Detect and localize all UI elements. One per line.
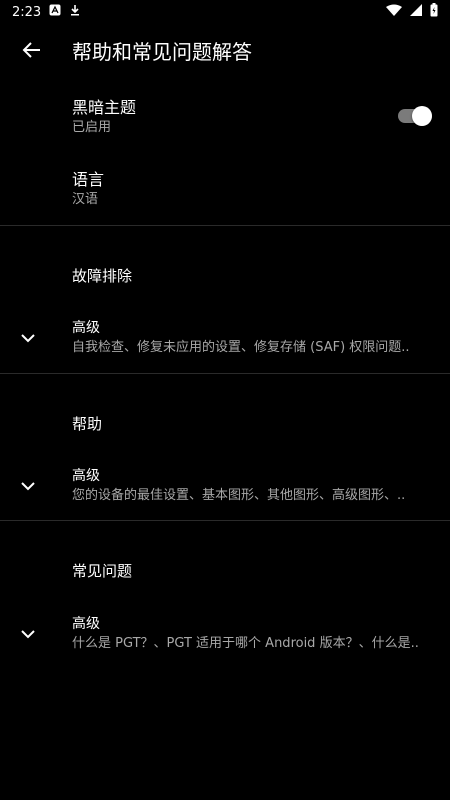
help-advanced-item[interactable]: 高级 您的设备的最佳设置、基本图形、其他图形、高级图形、.. bbox=[0, 460, 450, 514]
dark-theme-preference[interactable]: 黑暗主题 已启用 bbox=[0, 88, 450, 152]
troubleshooting-advanced-item[interactable]: 高级 自我检查、修复未应用的设置、修复存储 (SAF) 权限问题.. bbox=[0, 312, 450, 366]
signal-icon bbox=[410, 4, 422, 20]
app-bar: 帮助和常见问题解答 bbox=[0, 24, 450, 80]
status-left: 2:23 bbox=[12, 4, 81, 20]
help-advanced-title: 高级 bbox=[72, 468, 100, 484]
troubleshooting-advanced-summary: 自我检查、修复未应用的设置、修复存储 (SAF) 权限问题.. bbox=[72, 340, 410, 355]
category-faq: 常见问题 bbox=[72, 562, 133, 580]
faq-advanced-item[interactable]: 高级 什么是 PGT？、PGT 适用于哪个 Android 版本？、什么是.. bbox=[0, 608, 450, 662]
notification-app-icon bbox=[49, 4, 61, 20]
chevron-down-icon bbox=[18, 624, 38, 644]
faq-advanced-summary: 什么是 PGT？、PGT 适用于哪个 Android 版本？、什么是.. bbox=[72, 636, 419, 651]
arrow-back-icon bbox=[22, 40, 42, 64]
dark-theme-title: 黑暗主题 bbox=[72, 98, 137, 117]
battery-icon bbox=[430, 3, 438, 21]
status-bar: 2:23 bbox=[0, 0, 450, 24]
status-right bbox=[386, 3, 438, 21]
faq-advanced-title: 高级 bbox=[72, 616, 100, 632]
back-button[interactable] bbox=[12, 32, 52, 72]
help-advanced-summary: 您的设备的最佳设置、基本图形、其他图形、高级图形、.. bbox=[72, 488, 406, 503]
divider bbox=[0, 373, 450, 374]
chevron-down-icon bbox=[18, 476, 38, 496]
language-preference[interactable]: 语言 汉语 bbox=[0, 160, 450, 224]
divider bbox=[0, 520, 450, 521]
download-icon bbox=[69, 4, 81, 20]
dark-theme-summary: 已启用 bbox=[72, 120, 112, 135]
category-help: 帮助 bbox=[72, 415, 103, 433]
language-summary: 汉语 bbox=[72, 192, 99, 207]
chevron-down-icon bbox=[18, 328, 38, 348]
switch-thumb bbox=[412, 106, 432, 126]
status-time: 2:23 bbox=[12, 4, 42, 20]
divider bbox=[0, 225, 450, 226]
language-title: 语言 bbox=[72, 170, 105, 189]
wifi-icon bbox=[386, 4, 402, 20]
troubleshooting-advanced-title: 高级 bbox=[72, 320, 100, 336]
category-troubleshooting: 故障排除 bbox=[72, 267, 133, 285]
page-title: 帮助和常见问题解答 bbox=[72, 40, 252, 64]
dark-theme-switch[interactable] bbox=[398, 106, 432, 126]
